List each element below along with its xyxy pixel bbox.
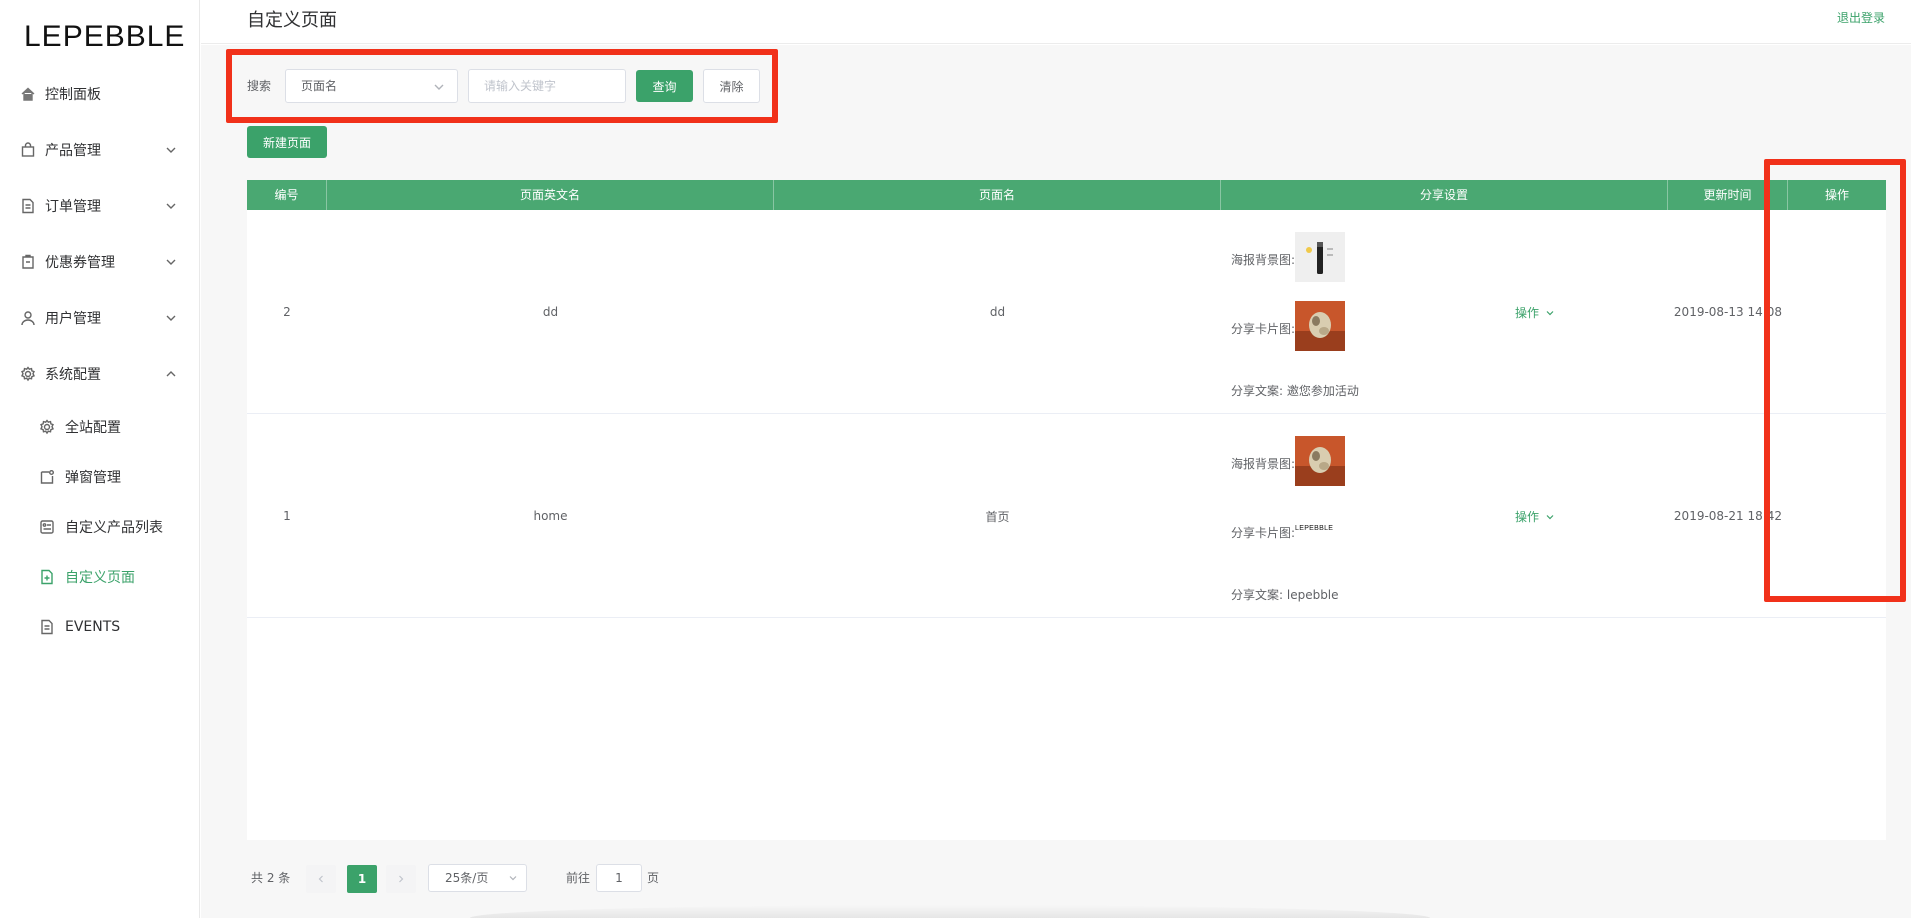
- brand-logo: LEPEBBLE: [24, 20, 186, 53]
- poster-thumbnail: [1295, 232, 1346, 282]
- chevron-down-icon: [166, 147, 176, 153]
- poster-label: 海报背景图:: [1231, 253, 1296, 267]
- cell-en-name: home: [533, 509, 568, 523]
- card-label: 分享卡片图:: [1231, 526, 1296, 540]
- goto-prefix: 前往: [566, 871, 591, 885]
- card-logo-image: LEPEBBLE: [1295, 525, 1334, 532]
- chevron-down-icon: [1546, 514, 1554, 519]
- sidebar-item-label: 系统配置: [45, 367, 101, 383]
- next-page-button[interactable]: [386, 865, 416, 893]
- sidebar-item-popups[interactable]: 弹窗管理: [0, 457, 200, 497]
- page-size-value: 25条/页: [445, 871, 489, 885]
- page-add-icon: [39, 569, 55, 585]
- poster-label: 海报背景图:: [1231, 457, 1296, 471]
- actions-label: 操作: [1515, 510, 1540, 524]
- page-title: 自定义页面: [247, 10, 337, 31]
- document-icon: [20, 198, 36, 214]
- coupon-icon: [20, 254, 36, 270]
- chevron-down-icon: [166, 203, 176, 209]
- prev-page-button[interactable]: [306, 865, 336, 893]
- pagination-total: 共 2 条: [251, 871, 291, 885]
- sidebar-item-site-config[interactable]: 全站配置: [0, 407, 200, 447]
- goto-suffix: 页: [647, 871, 660, 885]
- sidebar-item-system-config[interactable]: 系统配置: [0, 354, 200, 394]
- sidebar-item-label: 自定义产品列表: [65, 520, 163, 536]
- logout-link[interactable]: 退出登录: [1837, 9, 1885, 26]
- cell-en-name: dd: [542, 305, 559, 319]
- actions-dropdown[interactable]: 操作: [1515, 508, 1555, 525]
- gear-icon: [20, 366, 36, 382]
- chevron-down-icon: [509, 876, 517, 881]
- bag-icon: [20, 142, 36, 158]
- actions-label: 操作: [1515, 306, 1540, 320]
- sidebar-item-dashboard[interactable]: 控制面板: [0, 74, 200, 114]
- poster-thumbnail: [1295, 436, 1346, 486]
- sidebar-item-custom-product-list[interactable]: 自定义产品列表: [0, 507, 200, 547]
- share-card-thumbnail: [1295, 301, 1346, 351]
- page-number-button[interactable]: 1: [347, 865, 377, 893]
- sidebar-item-label: 弹窗管理: [65, 470, 121, 486]
- highlight-box-actions: [1764, 159, 1906, 602]
- chevron-up-icon: [166, 371, 176, 377]
- table-header: 编号 页面英文名 页面名 分享设置 更新时间 操作: [247, 180, 1886, 210]
- sidebar-item-label: EVENTS: [65, 619, 121, 635]
- sidebar-item-custom-pages[interactable]: 自定义页面: [0, 557, 200, 597]
- chevron-down-icon: [166, 259, 176, 265]
- column-header-share: 分享设置: [1221, 180, 1668, 210]
- sidebar-item-coupons[interactable]: 优惠券管理: [0, 242, 200, 282]
- column-header-id: 编号: [247, 180, 327, 210]
- cell-name: 首页: [985, 509, 1010, 524]
- home-icon: [20, 86, 36, 102]
- pages-table: 编号 页面英文名 页面名 分享设置 更新时间 操作 2 dd dd 海报背景图:: [247, 180, 1886, 840]
- sidebar-item-label: 产品管理: [45, 143, 101, 159]
- sidebar-item-products[interactable]: 产品管理: [0, 130, 200, 170]
- chevron-right-icon: [399, 875, 404, 883]
- page-size-select[interactable]: 25条/页: [428, 864, 527, 892]
- highlight-box-search: [226, 49, 778, 123]
- popup-icon: [39, 469, 55, 485]
- chevron-left-icon: [318, 875, 323, 883]
- user-icon: [20, 310, 36, 326]
- column-header-name: 页面名: [774, 180, 1221, 210]
- table-row: 1 home 首页 海报背景图: 分享卡片图: LEPEBBLE 分享文案: l…: [247, 414, 1886, 618]
- sidebar-item-orders[interactable]: 订单管理: [0, 186, 200, 226]
- goto-page-input[interactable]: [596, 864, 642, 892]
- chevron-down-icon: [166, 315, 176, 321]
- cell-name: dd: [989, 305, 1006, 319]
- list-icon: [39, 519, 55, 535]
- table-row: 2 dd dd 海报背景图: 分享卡片图: 分享文案: 邀您参加活动 2019-…: [247, 210, 1886, 414]
- new-page-button[interactable]: 新建页面: [247, 126, 327, 158]
- cell-id: 1: [283, 509, 291, 523]
- share-copy: 分享文案: lepebble: [1231, 588, 1339, 602]
- document-icon: [39, 619, 55, 635]
- sidebar: LEPEBBLE 控制面板 产品管理 订单管理 优惠券管理 用户管理 系统配置 …: [0, 0, 200, 918]
- actions-dropdown[interactable]: 操作: [1515, 304, 1555, 321]
- column-header-en-name: 页面英文名: [327, 180, 774, 210]
- sidebar-item-label: 优惠券管理: [45, 255, 115, 271]
- chevron-down-icon: [1546, 310, 1554, 315]
- top-header: 自定义页面 退出登录: [201, 0, 1911, 44]
- gear-icon: [39, 419, 55, 435]
- sidebar-item-label: 订单管理: [45, 199, 101, 215]
- sidebar-item-label: 用户管理: [45, 311, 101, 327]
- sidebar-item-label: 控制面板: [45, 87, 101, 103]
- sidebar-item-events[interactable]: EVENTS: [0, 607, 200, 647]
- sidebar-item-users[interactable]: 用户管理: [0, 298, 200, 338]
- sidebar-item-label: 自定义页面: [65, 570, 135, 586]
- card-label: 分享卡片图:: [1231, 322, 1296, 336]
- sidebar-item-label: 全站配置: [65, 420, 121, 436]
- cell-id: 2: [283, 305, 291, 319]
- share-copy: 分享文案: 邀您参加活动: [1231, 384, 1359, 398]
